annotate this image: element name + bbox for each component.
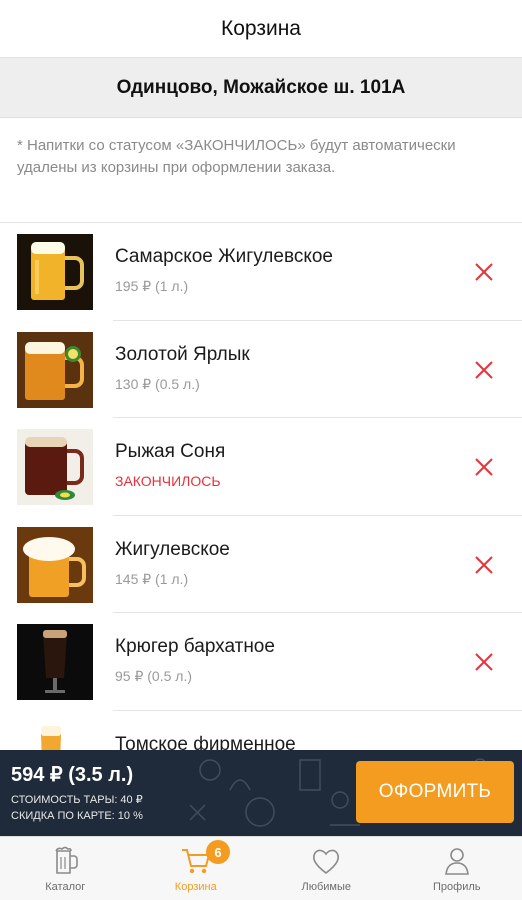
remove-icon[interactable] xyxy=(472,358,496,382)
remove-icon[interactable] xyxy=(472,650,496,674)
item-name: Рыжая Соня xyxy=(115,441,226,462)
checkout-button[interactable]: ОФОРМИТЬ xyxy=(356,761,514,823)
beer-mug-amber-icon xyxy=(17,331,93,408)
store-address[interactable]: Одинцово, Можайское ш. 101А xyxy=(117,77,406,99)
beer-mug-red-icon xyxy=(17,429,93,505)
checkout-button-label: ОФОРМИТЬ xyxy=(378,781,492,802)
item-name: Томское фирменное xyxy=(115,733,296,751)
remove-icon[interactable] xyxy=(472,455,496,479)
beer-mug-light-icon xyxy=(17,234,93,310)
dark-beer-glass-icon xyxy=(17,624,93,700)
cart-item[interactable]: Золотой Ярлык 130 ₽ (0.5 л.) xyxy=(0,321,522,418)
item-price: 145 ₽ (1 л.) xyxy=(115,570,189,587)
cart-list[interactable]: Самарское Жигулевское 195 ₽ (1 л.) Золот… xyxy=(0,223,522,750)
item-name: Самарское Жигулевское xyxy=(115,246,333,267)
tab-label: Каталог xyxy=(45,881,86,893)
item-name: Золотой Ярлык xyxy=(115,343,250,365)
item-name: Жигулевское xyxy=(115,538,230,560)
item-price: 130 ₽ (0.5 л.) xyxy=(115,375,200,392)
item-name: Крюгер бархатное xyxy=(115,636,275,657)
tab-profile[interactable]: Профиль xyxy=(392,837,522,900)
beer-mug-foam-icon xyxy=(17,526,93,603)
remove-icon[interactable] xyxy=(472,553,496,577)
tab-label: Профиль xyxy=(433,881,481,893)
item-price: 195 ₽ (1 л.) xyxy=(115,278,189,294)
item-price: 95 ₽ (0.5 л.) xyxy=(115,668,192,684)
cart-item[interactable]: Жигулевское 145 ₽ (1 л.) xyxy=(0,516,522,613)
tab-favorites[interactable]: Любимые xyxy=(261,837,392,900)
heart-icon xyxy=(309,845,343,877)
bottom-tab-bar: Каталог Корзина Любимые Профиль xyxy=(0,836,522,900)
order-total: 594 ₽ (3.5 л.) xyxy=(11,764,134,786)
cart-count-badge: 6 xyxy=(206,840,230,864)
page-title: Корзина xyxy=(221,16,301,40)
store-address-bar[interactable]: Одинцово, Можайское ш. 101А xyxy=(0,58,522,118)
tab-label: Корзина xyxy=(174,881,217,893)
user-icon xyxy=(440,845,474,877)
order-summary-bar: 594 ₽ (3.5 л.) СТОИМОСТЬ ТАРЫ: 40 ₽ СКИД… xyxy=(0,750,522,836)
tab-catalog[interactable]: Каталог xyxy=(0,837,131,900)
out-of-stock-label: ЗАКОНЧИЛОСЬ xyxy=(115,473,221,489)
cart-item[interactable]: Крюгер бархатное 95 ₽ (0.5 л.) xyxy=(0,613,522,711)
top-bar: Корзина xyxy=(0,0,522,58)
remove-icon[interactable] xyxy=(472,260,496,284)
container-cost: СТОИМОСТЬ ТАРЫ: 40 ₽ xyxy=(11,794,143,806)
card-discount: СКИДКА ПО КАРТЕ: 10 % xyxy=(11,810,143,822)
beer-mug-outline-icon xyxy=(48,845,82,877)
cart-item[interactable]: Рыжая Соня ЗАКОНЧИЛОСЬ xyxy=(0,418,522,516)
beer-glass-icon xyxy=(17,721,93,750)
tab-label: Любимые xyxy=(301,881,352,893)
tab-cart[interactable]: Корзина xyxy=(131,837,262,900)
cart-item[interactable]: Самарское Жигулевское 195 ₽ (1 л.) xyxy=(0,223,522,321)
removal-notice: * Напитки со статусом «ЗАКОНЧИЛОСЬ» буду… xyxy=(17,137,456,176)
cart-item[interactable]: Томское фирменное xyxy=(0,711,522,751)
